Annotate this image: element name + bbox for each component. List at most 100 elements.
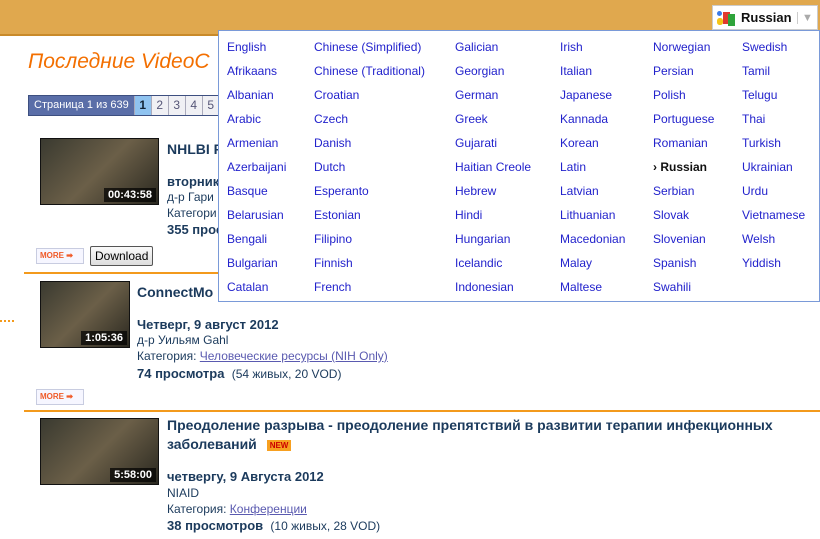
language-option[interactable]: Spanish [653,256,696,270]
title-text: заболеваний [167,436,257,452]
language-option[interactable]: Irish [560,40,583,54]
language-option[interactable]: German [455,88,498,102]
more-button[interactable]: MORE ➡ [36,389,84,405]
language-option[interactable]: Basque [227,184,268,198]
page-5[interactable]: 5 [201,96,219,115]
language-option[interactable]: Icelandic [455,256,502,270]
language-option[interactable]: Catalan [227,280,268,294]
page-4[interactable]: 4 [184,96,202,115]
language-option[interactable]: Estonian [314,208,361,222]
language-option[interactable]: Gujarati [455,136,497,150]
language-option[interactable]: Latvian [560,184,599,198]
language-option[interactable]: Greek [455,112,488,126]
language-option[interactable]: Thai [742,112,765,126]
language-option[interactable]: Danish [314,136,351,150]
language-option[interactable]: Azerbaijani [227,160,286,174]
language-option[interactable]: Afrikaans [227,64,277,78]
language-option[interactable]: Serbian [653,184,694,198]
download-button[interactable]: Download [90,246,154,266]
video-thumbnail[interactable]: 5:58:00 [40,418,159,485]
language-option[interactable]: Belarusian [227,208,284,222]
language-option[interactable]: Slovenian [653,232,706,246]
language-option[interactable]: Polish [653,88,686,102]
language-option[interactable]: Chinese (Traditional) [314,64,425,78]
language-option[interactable]: Dutch [314,160,345,174]
language-option[interactable]: Japanese [560,88,612,102]
views-detail: (10 живых, 28 VOD) [270,519,381,533]
page-title: Последние VideoC [28,50,210,73]
language-option[interactable]: Hebrew [455,184,496,198]
language-option[interactable]: Tamil [742,64,770,78]
video-title[interactable]: Преодоление разрыва - преодоление препят… [167,417,773,433]
language-option[interactable]: Czech [314,112,348,126]
language-option[interactable]: Lithuanian [560,208,615,222]
video-thumbnail[interactable]: 00:43:58 [40,138,159,205]
language-option[interactable]: Hungarian [455,232,510,246]
language-option[interactable]: Slovak [653,208,689,222]
language-option[interactable]: Ukrainian [742,160,793,174]
page-1[interactable]: 1 [133,96,151,115]
video-speaker: NIAID [167,486,200,500]
language-option[interactable]: Haitian Creole [455,160,531,174]
language-option[interactable]: Arabic [227,112,261,126]
language-option[interactable]: Finnish [314,256,353,270]
divider [24,410,820,412]
selected-language: Russian [741,10,792,25]
language-option[interactable]: Portuguese [653,112,714,126]
video-category: Категория: Конференции [167,502,307,516]
page-2[interactable]: 2 [150,96,168,115]
language-option[interactable]: Albanian [227,88,274,102]
language-option[interactable]: Filipino [314,232,352,246]
language-option[interactable]: Indonesian [455,280,514,294]
language-option[interactable]: Malay [560,256,592,270]
video-date: вторник [167,174,220,189]
language-option[interactable]: Welsh [742,232,775,246]
video-title[interactable]: NHLBI F [167,141,222,157]
language-menu: English Afrikaans Albanian Arabic Armenian Az… [218,30,820,302]
dropdown-arrow-icon[interactable]: ▼ [797,11,817,24]
language-option[interactable]: Latin [560,160,586,174]
video-speaker: д-р Уильям Gahl [137,333,229,347]
language-option[interactable]: English [227,40,266,54]
more-button[interactable]: MORE ➡ [36,248,84,264]
category-label: Категория: [167,502,227,516]
language-option[interactable]: Hindi [455,208,482,222]
dotted-marker [0,320,14,322]
language-option[interactable]: Vietnamese [742,208,805,222]
video-thumbnail[interactable]: 1:05:36 [40,281,130,348]
category-link[interactable]: Человеческие ресурсы (NIH Only) [200,349,388,363]
language-option[interactable]: Yiddish [742,256,781,270]
video-speaker: д-р Гари [167,190,214,204]
language-option[interactable]: Romanian [653,136,708,150]
language-option[interactable]: Georgian [455,64,504,78]
language-option[interactable]: Korean [560,136,599,150]
language-option[interactable]: Turkish [742,136,781,150]
language-option[interactable]: Bengali [227,232,267,246]
language-option[interactable]: Swedish [742,40,787,54]
video-title[interactable]: ConnectMo [137,284,213,300]
language-option[interactable]: Esperanto [314,184,369,198]
duration: 00:43:58 [103,188,156,202]
language-option[interactable]: Swahili [653,280,691,294]
language-option[interactable]: › Russian [653,160,707,174]
video-title-line2[interactable]: заболеваний NEW [167,436,292,452]
language-option[interactable]: Armenian [227,136,278,150]
language-option[interactable]: Bulgarian [227,256,278,270]
language-option[interactable]: Kannada [560,112,608,126]
language-option[interactable]: Italian [560,64,592,78]
language-option[interactable]: Norwegian [653,40,710,54]
category-link[interactable]: Конференции [230,502,307,516]
language-option[interactable]: Urdu [742,184,768,198]
language-option[interactable]: Chinese (Simplified) [314,40,421,54]
page-3[interactable]: 3 [167,96,185,115]
language-option[interactable]: Croatian [314,88,359,102]
language-option[interactable]: French [314,280,351,294]
video-date: четвергу, 9 Августа 2012 [167,469,324,484]
language-option[interactable]: Macedonian [560,232,625,246]
language-option[interactable]: Galician [455,40,498,54]
language-option[interactable]: Persian [653,64,694,78]
language-option[interactable]: Maltese [560,280,602,294]
view-count: 355 прос [167,222,224,237]
language-option[interactable]: Telugu [742,88,777,102]
language-selector[interactable]: Russian ▼ [712,5,818,30]
